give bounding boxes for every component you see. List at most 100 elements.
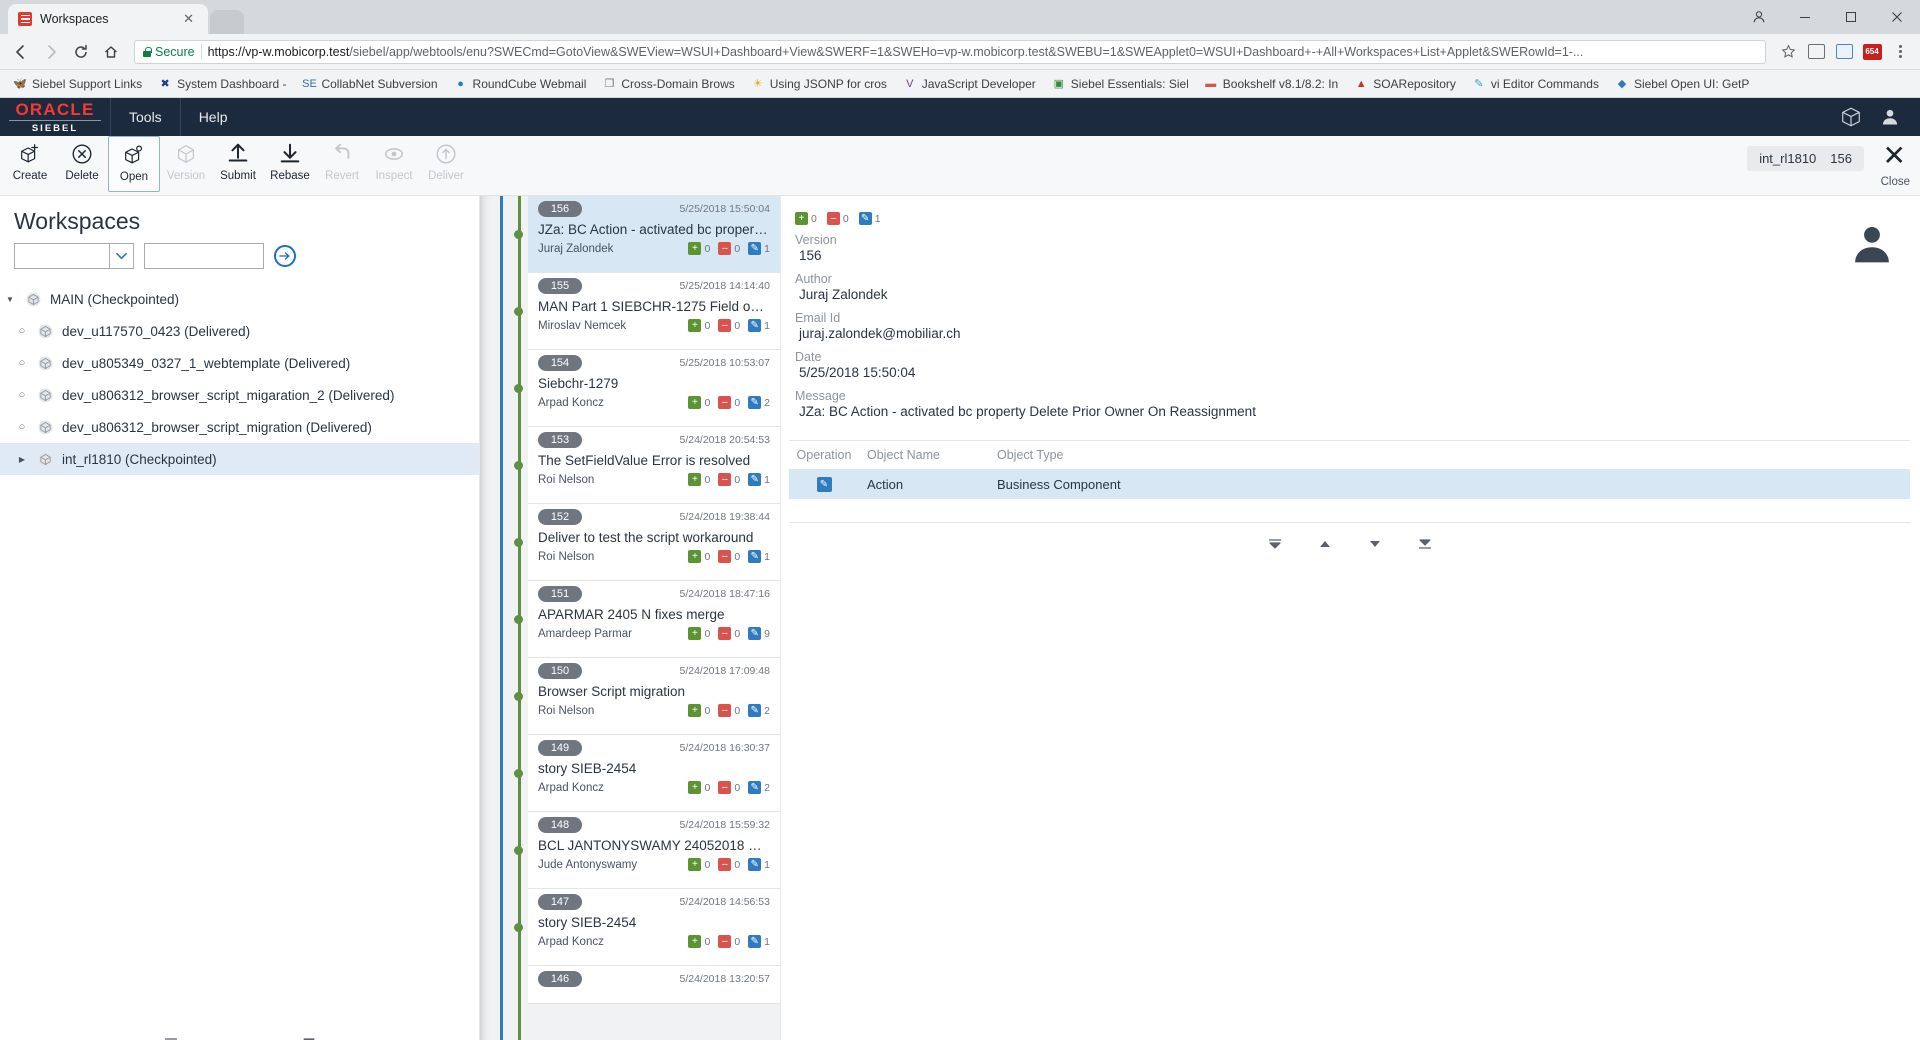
menu-help[interactable]: Help: [179, 98, 246, 136]
version-list-item[interactable]: 150 5/24/2018 17:09:48 Browser Script migr…: [514, 658, 780, 735]
first-icon[interactable]: [1266, 535, 1284, 553]
version-list-item[interactable]: 149 5/24/2018 16:30:37 story SIEB-2454 Arpa…: [514, 735, 780, 812]
version-change-counts: +0–0 ✎ 2: [688, 781, 770, 794]
chevron-right-icon[interactable]: ▶: [16, 455, 28, 464]
version-adds-value: 0: [704, 781, 711, 794]
maximize-button[interactable]: [1828, 0, 1874, 34]
version-title: Browser Script migration: [538, 684, 686, 699]
branch-rail-main: [500, 196, 503, 1040]
version-list-item[interactable]: 151 5/24/2018 18:47:16 APARMAR 2405 N fixe…: [514, 581, 780, 658]
tree-item[interactable]: ▶ int_rl1810 (Checkpointed): [0, 443, 479, 475]
browser-tab[interactable]: Workspaces ✕: [8, 4, 208, 34]
extension-icon-2[interactable]: [1832, 40, 1856, 64]
table-row[interactable]: ✎ Action Business Component: [789, 470, 1910, 499]
extension-counter-icon[interactable]: 654: [1860, 40, 1884, 64]
version-title: Siebchr-1279: [538, 376, 619, 391]
extension-icon-1[interactable]: [1804, 40, 1828, 64]
reload-button[interactable]: [68, 39, 94, 65]
toolbar-button-submit[interactable]: Submit: [212, 136, 264, 192]
bookmark-item[interactable]: ☀ Using JSONP for cros: [744, 75, 894, 93]
version-author: Amardeep Parmar: [538, 627, 632, 640]
profile-icon[interactable]: [1736, 0, 1782, 34]
toolbar-button-create[interactable]: Create: [4, 136, 56, 192]
bookmark-item[interactable]: ❐ Cross-Domain Brows: [595, 75, 741, 93]
tree-item[interactable]: ○ dev_u117570_0423 (Delivered): [0, 315, 479, 347]
bookmark-item[interactable]: 🦋 Siebel Support Links: [6, 75, 149, 93]
plus-icon: +: [688, 319, 702, 332]
bookmark-item[interactable]: ▲ SOARepository: [1347, 75, 1463, 93]
tree-item[interactable]: ○ dev_u805349_0327_1_webtemplate (Deliver…: [0, 347, 479, 379]
version-list-item[interactable]: 153 5/24/2018 20:54:53 The SetFieldValue E…: [514, 427, 780, 504]
version-author: Miroslav Nemcek: [538, 319, 627, 332]
first-icon[interactable]: [162, 1034, 180, 1040]
bookmark-item[interactable]: ▣ Siebel Essentials: Sieb: [1045, 75, 1195, 93]
last-icon[interactable]: [300, 1034, 318, 1040]
bookmark-star-icon[interactable]: [1776, 40, 1800, 64]
version-mods: ✎ 1: [748, 550, 770, 563]
version-node-dot: [514, 769, 523, 778]
cell-operation: ✎: [789, 470, 859, 499]
bookmark-item[interactable]: V JavaScript Developer: [896, 75, 1043, 93]
toolbar-button-rebase[interactable]: Rebase: [264, 136, 316, 192]
plus-icon: +: [688, 396, 702, 409]
list-icon: [18, 12, 32, 26]
version-mods-value: 1: [764, 935, 770, 948]
down-icon[interactable]: [1366, 535, 1384, 553]
active-workspace-chip[interactable]: int_rl1810 156: [1747, 146, 1864, 171]
toolbar-button-open[interactable]: Open: [108, 136, 160, 192]
bookmark-label: System Dashboard -: [177, 76, 287, 91]
user-icon[interactable]: [1880, 107, 1900, 127]
last-icon[interactable]: [1416, 535, 1434, 553]
version-adds-value: 0: [704, 473, 711, 486]
version-list-item[interactable]: 152 5/24/2018 19:38:44 Deliver to test the…: [514, 504, 780, 581]
bookmark-item[interactable]: ● RoundCube Webmail: [447, 75, 594, 93]
version-list-item[interactable]: 148 5/24/2018 15:59:32 BCL JANTONYSWAMY 24…: [514, 812, 780, 889]
version-change-counts: +0–0 ✎ 1: [688, 473, 770, 486]
edit-icon: ✎: [748, 550, 762, 563]
minimize-button[interactable]: [1782, 0, 1828, 34]
back-button[interactable]: [8, 39, 34, 65]
bookmark-item[interactable]: SE CollabNet Subversion: [295, 75, 444, 93]
version-list-item[interactable]: 146 5/24/2018 13:20:57: [528, 966, 780, 1004]
workspace-filter-select[interactable]: [14, 243, 134, 269]
home-button[interactable]: [98, 39, 124, 65]
new-tab-button[interactable]: [210, 10, 244, 34]
table-empty-row: [789, 499, 1910, 523]
version-author: Roi Nelson: [538, 473, 595, 486]
bookmark-item[interactable]: ✖ System Dashboard -: [151, 75, 293, 93]
chevron-down-icon[interactable]: ▼: [4, 295, 16, 304]
version-list-item[interactable]: 155 5/25/2018 14:14:40 MAN Part 1 SIEBCHR-…: [514, 273, 780, 350]
bookmark-item[interactable]: ✎ vi Editor Commands: [1465, 75, 1606, 93]
chrome-menu-button[interactable]: [1888, 40, 1912, 64]
bookmark-item[interactable]: ▬ Bookshelf v8.1/8.2: In: [1197, 75, 1345, 93]
bookmark-label: RoundCube Webmail: [472, 76, 587, 91]
version-list-item[interactable]: 147 5/24/2018 14:56:53 story SIEB-2454 Arpa…: [514, 889, 780, 966]
version-deletes-value: 0: [734, 319, 741, 332]
version-adds-value: 0: [704, 550, 711, 563]
version-deletes-value: 0: [734, 935, 741, 948]
toolbar-button-delete[interactable]: Delete: [56, 136, 108, 192]
tree-item[interactable]: ○ dev_u806312_browser_script_migaration_2…: [0, 379, 479, 411]
bullet-icon: ○: [18, 357, 26, 369]
up-icon[interactable]: [1316, 535, 1334, 553]
tree-item[interactable]: ▼ MAIN (Checkpointed): [0, 283, 479, 315]
toolbar-button-label: Delete: [65, 170, 99, 182]
workspace-filter-go-button[interactable]: [274, 245, 296, 267]
version-deletes: –0: [718, 242, 740, 255]
menu-tools[interactable]: Tools: [110, 98, 180, 136]
version-list-item[interactable]: 156 5/25/2018 15:50:04 JZa: BC Action - ac…: [514, 196, 780, 273]
address-bar[interactable]: Secure https://vp-w.mobicorp.test/siebel…: [134, 39, 1766, 64]
down-icon[interactable]: [254, 1034, 272, 1040]
chevron-down-icon[interactable]: [109, 244, 133, 268]
bookmark-item[interactable]: ◆ Siebel Open UI: GetP: [1608, 75, 1756, 93]
close-icon[interactable]: ✕: [179, 11, 198, 27]
version-badge: 149: [538, 740, 582, 756]
tree-item[interactable]: ○ dev_u806312_browser_script_migration (D…: [0, 411, 479, 443]
close-icon[interactable]: ✕: [1883, 142, 1906, 170]
version-list-item[interactable]: 154 5/25/2018 10:53:07 Siebchr-1279 Arpad K…: [514, 350, 780, 427]
workspace-filter-input[interactable]: [144, 243, 264, 269]
window-close-button[interactable]: [1874, 0, 1920, 34]
forward-button[interactable]: [38, 39, 64, 65]
cube-icon[interactable]: [1840, 106, 1862, 128]
up-icon[interactable]: [208, 1034, 226, 1040]
